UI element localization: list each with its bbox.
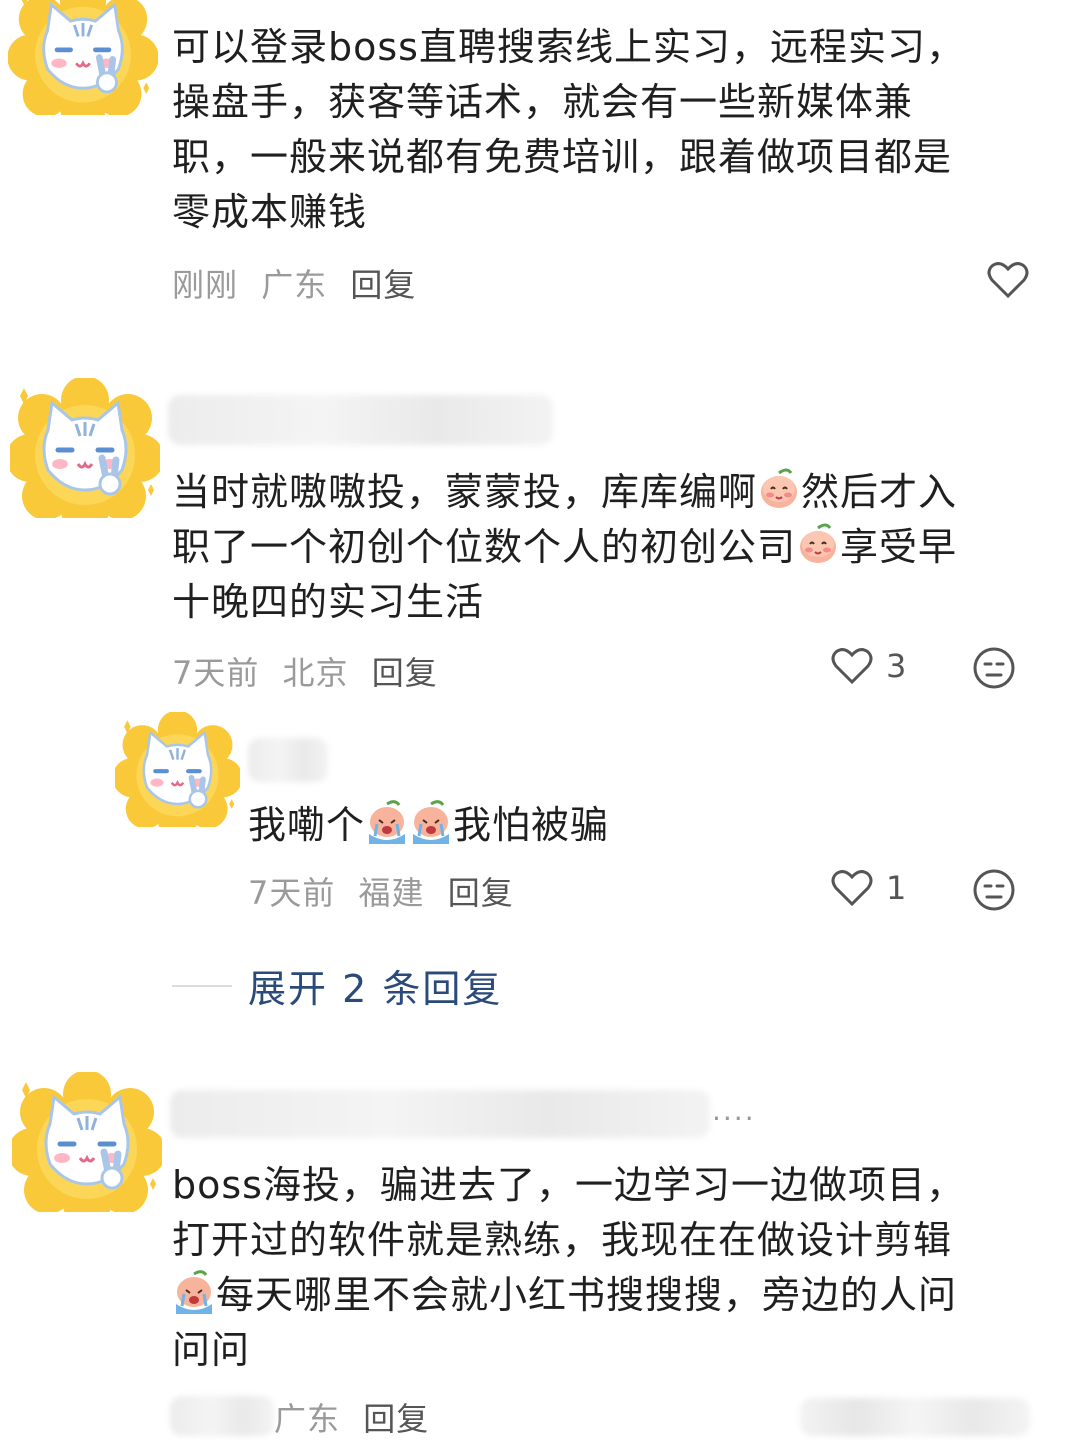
emoji-face-icon[interactable] xyxy=(972,646,1016,690)
location: 福建 xyxy=(358,874,425,912)
ellipsis: .... xyxy=(712,1094,756,1127)
reply-button[interactable]: 回复 xyxy=(448,874,514,912)
location: 广东 xyxy=(274,1400,341,1438)
comment-meta: 广东 回复 xyxy=(274,1394,441,1440)
like-button[interactable]: 1 xyxy=(830,868,906,908)
blushing-peach-emoji xyxy=(759,468,799,510)
crying-peach-emoji xyxy=(367,800,407,844)
location: 北京 xyxy=(282,654,349,692)
comment-text: boss海投，骗进去了，一边学习一边做项目， 打开过的软件就是熟练，我现在在做设… xyxy=(172,1163,965,1372)
reply-button[interactable]: 回复 xyxy=(363,1400,429,1438)
comment-meta: 刚刚 广东 回复 xyxy=(172,260,428,306)
blushing-peach-emoji xyxy=(798,523,838,565)
like-button[interactable] xyxy=(986,260,1030,300)
avatar[interactable] xyxy=(115,712,240,827)
username-redacted[interactable] xyxy=(170,1090,710,1138)
actions-redacted xyxy=(800,1398,1030,1436)
reply-button[interactable]: 回复 xyxy=(350,266,416,304)
timestamp: 刚刚 xyxy=(172,266,239,304)
comment-text: 当时就嗷嗷投，蒙蒙投，库库编啊 然后才入 职了一个初创个位数个人的初创公司 享受早 … xyxy=(172,465,1052,630)
timestamp-redacted xyxy=(170,1396,274,1436)
reply-button[interactable]: 回复 xyxy=(372,654,438,692)
like-count: 3 xyxy=(886,647,907,685)
avatar[interactable] xyxy=(10,378,160,518)
reply-text: 我嘞个 我怕被骗 xyxy=(248,798,1028,853)
crying-peach-emoji xyxy=(411,800,451,844)
timestamp: 7天前 xyxy=(172,654,260,692)
divider xyxy=(172,984,232,987)
expand-replies-button[interactable]: 展开 2 条回复 xyxy=(172,958,502,1013)
timestamp: 7天前 xyxy=(248,874,336,912)
avatar[interactable] xyxy=(8,0,158,115)
heart-icon xyxy=(831,870,873,907)
like-count: 1 xyxy=(886,869,907,907)
crying-peach-emoji xyxy=(174,1270,214,1314)
location: 广东 xyxy=(261,266,328,304)
heart-icon xyxy=(987,262,1029,299)
expand-replies-label: 展开 2 条回复 xyxy=(248,967,503,1011)
like-button[interactable]: 3 xyxy=(830,646,906,686)
emoji-face-icon[interactable] xyxy=(972,868,1016,912)
comment-meta: 7天前 福建 回复 xyxy=(248,868,526,914)
avatar[interactable] xyxy=(12,1072,162,1212)
username-redacted[interactable] xyxy=(248,738,328,782)
username-redacted[interactable] xyxy=(168,395,553,445)
heart-icon xyxy=(831,648,873,685)
comment-meta: 7天前 北京 回复 xyxy=(172,648,450,694)
comment-text: 可以登录boss直聘搜索线上实习，远程实习， 操盘手，获客等话术，就会有一些新媒… xyxy=(172,25,965,234)
